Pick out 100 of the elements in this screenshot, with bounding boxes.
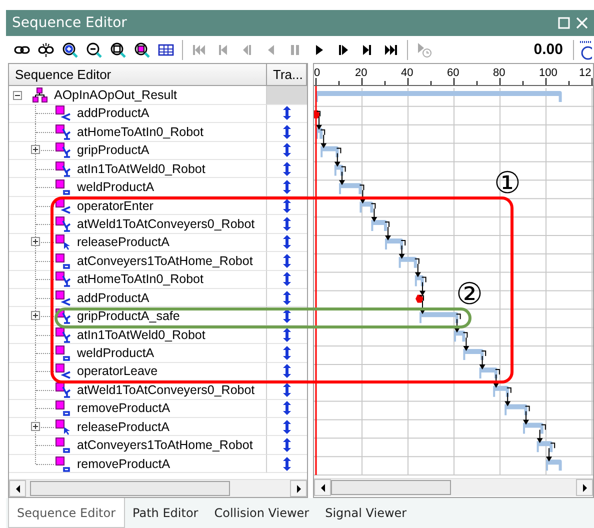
link-arrow: [546, 443, 556, 462]
gantt-bar[interactable]: [536, 442, 553, 453]
double-arrow-icon: [283, 328, 291, 342]
close-button[interactable]: [576, 16, 588, 29]
callout-number: ①: [494, 166, 521, 201]
plus-icon: [32, 312, 39, 320]
expand-toggle[interactable]: [31, 311, 40, 320]
event-marker[interactable]: [314, 110, 320, 119]
tree-item-label[interactable]: weldProductA: [77, 180, 154, 194]
gantt-bar[interactable]: [316, 128, 323, 140]
tree-item-label[interactable]: atIn1ToAtWeld0_Robot: [77, 162, 206, 176]
gantt-bar[interactable]: [371, 220, 387, 232]
tree-item-label[interactable]: gripProductA: [77, 143, 150, 158]
ruler-label: 60: [447, 67, 460, 80]
tree-item-label[interactable]: atWeld1ToAtConveyers0_Robot: [77, 217, 255, 232]
event-marker[interactable]: [416, 295, 424, 304]
gantt-bar[interactable]: [479, 368, 498, 379]
ruler-label: 0: [314, 67, 320, 80]
left-arrow-icon: [320, 484, 326, 492]
link-arrow: [398, 240, 406, 260]
link-arrow: [504, 388, 512, 407]
double-arrow-icon: [283, 309, 291, 324]
tree-item-label[interactable]: operatorEnter: [77, 198, 154, 213]
tab[interactable]: Path Editor: [124, 498, 206, 528]
column-header[interactable]: Sequence Editor: [9, 64, 267, 86]
gantt-bar[interactable]: [414, 276, 424, 287]
tree-item-label[interactable]: gripProductA_safe: [77, 309, 180, 324]
gantt-bar[interactable]: [463, 349, 484, 360]
tree-item-label[interactable]: atHomeToAtIn0_Robot: [77, 124, 204, 139]
tree-item-label[interactable]: weldProductA: [77, 346, 154, 360]
operation-group-icon: [32, 87, 48, 104]
scrollbar-thumb[interactable]: [30, 481, 230, 496]
columns-icon: [158, 42, 174, 58]
gantt-bar[interactable]: [385, 238, 404, 250]
link-arrow: [479, 350, 486, 370]
robot-operation-icon: [55, 216, 71, 232]
zoom-in-icon: [62, 42, 78, 58]
robot-operation-icon: [55, 142, 71, 158]
collapse-toggle[interactable]: [13, 90, 22, 100]
window-title: Sequence Editor: [12, 14, 128, 31]
time-display: 0.00: [534, 41, 563, 58]
gantt-bar[interactable]: [493, 386, 509, 398]
gantt-bar[interactable]: [523, 423, 544, 434]
scrollbar-thumb[interactable]: [331, 480, 451, 496]
plus-icon: [32, 422, 39, 430]
maximize-button[interactable]: [558, 16, 570, 29]
expand-toggle[interactable]: [31, 145, 40, 154]
tree-item-label[interactable]: releaseProductA: [77, 420, 170, 434]
link-arrow: [493, 369, 500, 388]
tree-item-label[interactable]: releaseProductA: [77, 235, 170, 250]
operation-fork-icon: [55, 363, 71, 380]
tree-item-label[interactable]: AOpInAOpOut_Result: [54, 88, 177, 102]
tab[interactable]: Sequence Editor: [8, 498, 125, 528]
pointer-operation-icon: [55, 418, 71, 435]
double-arrow-icon: [283, 456, 291, 470]
double-arrow-icon: [283, 106, 291, 120]
tree-item-label[interactable]: atConveyers1ToAtHome_Robot: [77, 438, 253, 452]
double-arrow-icon: [283, 143, 291, 158]
tree-item-label[interactable]: removeProductA: [77, 456, 170, 470]
column-header[interactable]: Tra...: [267, 64, 307, 86]
gantt-bar[interactable]: [504, 404, 528, 416]
tree-item-label[interactable]: atHomeToAtIn0_Robot: [77, 272, 204, 286]
scroll-left-button[interactable]: [9, 480, 26, 498]
tab[interactable]: Signal Viewer: [317, 498, 415, 528]
loop-operation-icon: [55, 400, 71, 416]
tree-item-label[interactable]: addProductA: [77, 106, 150, 120]
callout-number: ②: [456, 277, 483, 312]
scroll-right-button[interactable]: [290, 480, 307, 498]
double-arrow-icon: [283, 364, 291, 378]
ruler-label: 80: [493, 67, 506, 80]
tab[interactable]: Collision Viewer: [206, 498, 318, 528]
expand-toggle[interactable]: [31, 237, 40, 246]
tree-item-label[interactable]: addProductA: [77, 290, 150, 305]
scroll-left-button[interactable]: [314, 479, 331, 496]
double-arrow-icon: [283, 254, 291, 268]
scroll-right-button[interactable]: [576, 479, 593, 496]
robot-operation-icon: [55, 326, 71, 343]
zoom-out-icon: [86, 42, 102, 58]
robot-operation-icon: [55, 382, 71, 398]
double-arrow-icon: [283, 162, 291, 176]
double-arrow-icon: [283, 401, 291, 416]
double-arrow-icon: [283, 420, 291, 434]
ruler-label: 20: [355, 67, 368, 80]
gantt-bar[interactable]: [320, 146, 339, 158]
link-arrow: [536, 424, 546, 444]
double-arrow-icon: [283, 198, 291, 213]
loop-operation-icon: [55, 344, 71, 361]
tree-item-label[interactable]: operatorLeave: [77, 364, 158, 378]
gantt-bar[interactable]: [334, 165, 344, 176]
gantt-bar[interactable]: [454, 330, 466, 342]
expand-toggle[interactable]: [31, 422, 40, 431]
tree-item-label[interactable]: removeProductA: [77, 401, 170, 416]
tree-item-label[interactable]: atIn1ToAtWeld0_Robot: [77, 328, 206, 342]
gantt-bar[interactable]: [360, 202, 374, 213]
timed-play-icon: [416, 42, 432, 58]
operation-fork-icon: [55, 290, 71, 306]
tree-item-label[interactable]: atConveyers1ToAtHome_Robot: [77, 254, 253, 268]
link-arrow: [523, 406, 530, 426]
timer-icon[interactable]: [578, 40, 592, 60]
tree-item-label[interactable]: atWeld1ToAtConveyers0_Robot: [77, 382, 255, 397]
